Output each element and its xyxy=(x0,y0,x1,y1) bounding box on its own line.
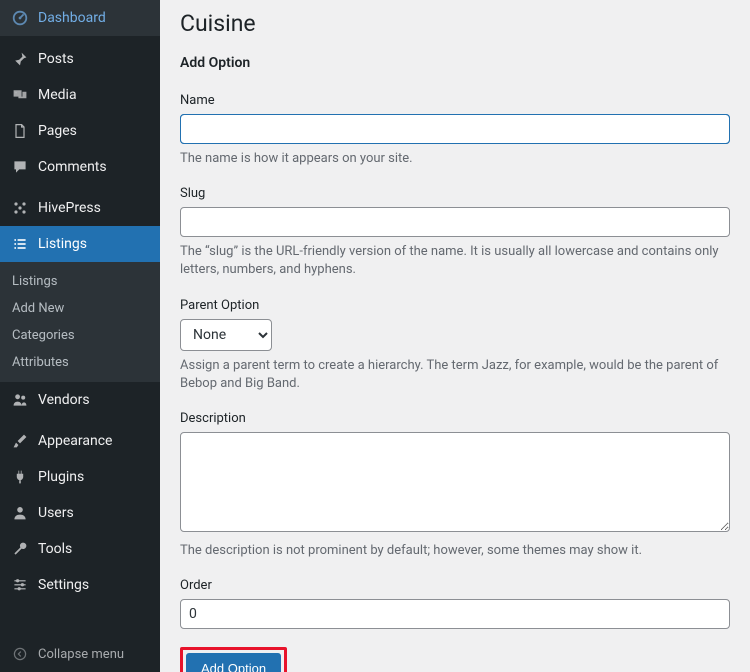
menu-label: Tools xyxy=(38,541,72,557)
submenu-categories[interactable]: Categories xyxy=(0,322,160,349)
menu-comments[interactable]: Comments xyxy=(0,149,160,185)
menu-plugins[interactable]: Plugins xyxy=(0,459,160,495)
menu-label: HivePress xyxy=(38,200,101,216)
field-parent: Parent Option None Assign a parent term … xyxy=(180,298,730,393)
parent-select[interactable]: None xyxy=(180,319,272,351)
menu-label: Settings xyxy=(38,577,89,593)
collapse-icon xyxy=(10,644,30,664)
highlight-annotation: Add Option xyxy=(180,647,287,672)
description-label: Description xyxy=(180,411,730,426)
brush-icon xyxy=(10,431,30,451)
add-option-form: Add Option Name The name is how it appea… xyxy=(180,55,730,672)
menu-label: Listings xyxy=(38,236,87,252)
menu-settings[interactable]: Settings xyxy=(0,567,160,603)
collapse-menu[interactable]: Collapse menu xyxy=(0,636,160,672)
menu-pages[interactable]: Pages xyxy=(0,113,160,149)
menu-dashboard[interactable]: Dashboard xyxy=(0,0,160,36)
media-icon xyxy=(10,85,30,105)
name-desc: The name is how it appears on your site. xyxy=(180,150,730,168)
menu-appearance[interactable]: Appearance xyxy=(0,423,160,459)
name-input[interactable] xyxy=(180,114,730,144)
page-title: Cuisine xyxy=(180,10,730,37)
listings-icon xyxy=(10,234,30,254)
dashboard-icon xyxy=(10,8,30,28)
wrench-icon xyxy=(10,539,30,559)
parent-label: Parent Option xyxy=(180,298,730,313)
menu-label: Dashboard xyxy=(38,10,106,26)
order-label: Order xyxy=(180,578,730,593)
submenu-add-new[interactable]: Add New xyxy=(0,295,160,322)
name-label: Name xyxy=(180,93,730,108)
description-desc: The description is not prominent by defa… xyxy=(180,542,730,560)
field-slug: Slug The “slug” is the URL-friendly vers… xyxy=(180,186,730,279)
menu-tools[interactable]: Tools xyxy=(0,531,160,567)
comment-icon xyxy=(10,157,30,177)
menu-users[interactable]: Users xyxy=(0,495,160,531)
menu-label: Appearance xyxy=(38,433,112,449)
menu-label: Pages xyxy=(38,123,77,139)
submenu-listings-all[interactable]: Listings xyxy=(0,268,160,295)
slug-desc: The “slug” is the URL-friendly version o… xyxy=(180,243,730,279)
menu-media[interactable]: Media xyxy=(0,77,160,113)
menu-label: Comments xyxy=(38,159,107,175)
plug-icon xyxy=(10,467,30,487)
field-description: Description The description is not promi… xyxy=(180,411,730,560)
parent-desc: Assign a parent term to create a hierarc… xyxy=(180,357,730,393)
menu-label: Vendors xyxy=(38,392,90,408)
menu-hivepress[interactable]: HivePress xyxy=(0,190,160,226)
menu-vendors[interactable]: Vendors xyxy=(0,382,160,418)
menu-label: Users xyxy=(38,505,74,521)
page-icon xyxy=(10,121,30,141)
form-title: Add Option xyxy=(180,55,730,71)
slug-label: Slug xyxy=(180,186,730,201)
menu-label: Plugins xyxy=(38,469,84,485)
field-order: Order xyxy=(180,578,730,629)
menu-posts[interactable]: Posts xyxy=(0,41,160,77)
description-textarea[interactable] xyxy=(180,432,730,532)
menu-label: Posts xyxy=(38,51,74,67)
user-icon xyxy=(10,503,30,523)
menu-label: Media xyxy=(38,87,77,103)
submit-row: Add Option xyxy=(180,647,730,672)
slug-input[interactable] xyxy=(180,207,730,237)
sliders-icon xyxy=(10,575,30,595)
vendors-icon xyxy=(10,390,30,410)
hivepress-icon xyxy=(10,198,30,218)
pin-icon xyxy=(10,49,30,69)
add-option-button[interactable]: Add Option xyxy=(186,653,281,672)
submenu-attributes[interactable]: Attributes xyxy=(0,349,160,376)
field-name: Name The name is how it appears on your … xyxy=(180,93,730,168)
main-content: Cuisine Add Option Name The name is how … xyxy=(160,0,750,672)
collapse-label: Collapse menu xyxy=(38,647,124,662)
order-input[interactable] xyxy=(180,599,730,629)
menu-listings[interactable]: Listings xyxy=(0,226,160,262)
admin-sidebar: Dashboard Posts Media Pages Comments Hiv… xyxy=(0,0,160,672)
submenu-listings: Listings Add New Categories Attributes xyxy=(0,262,160,382)
